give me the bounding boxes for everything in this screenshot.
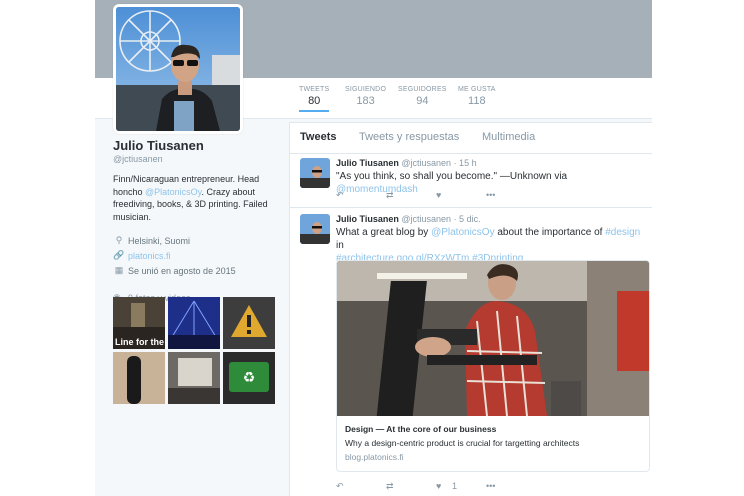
thumb-image xyxy=(168,297,220,349)
tweet-time[interactable]: · 15 h xyxy=(454,158,477,168)
tweet-author-handle[interactable]: @jctiusanen xyxy=(401,158,451,168)
tweet[interactable]: Julio Tiusanen @jctiusanen · 15 h "As yo… xyxy=(290,154,652,208)
tweet-hashtag-link[interactable]: #design xyxy=(605,227,640,238)
profile-website: 🔗 platonics.fi xyxy=(113,248,283,263)
card-image xyxy=(337,261,649,417)
photo-thumb[interactable]: ♻ xyxy=(223,352,275,404)
profile-page: TWEETS 80 SIGUIENDO 183 SEGUIDORES 94 ME… xyxy=(95,0,652,496)
more-icon[interactable]: ••• xyxy=(486,481,495,491)
bio-mention-link[interactable]: @PlatonicsOy xyxy=(145,187,202,197)
tab-tweets[interactable]: Tweets xyxy=(300,131,336,143)
profile-meta: ⚲ Helsinki, Suomi 🔗 platonics.fi ▦ Se unió … xyxy=(113,233,283,278)
like-icon[interactable]: ♥ xyxy=(436,481,441,491)
tweet-text-body: in xyxy=(336,240,344,251)
thumb-image xyxy=(223,297,275,349)
tweet-text-body: "As you think, so shall you become." —Un… xyxy=(336,171,568,182)
stat-likes[interactable]: ME GUSTA 118 xyxy=(458,86,496,107)
profile-location: ⚲ Helsinki, Suomi xyxy=(113,233,283,248)
stat-value: 94 xyxy=(416,95,429,107)
avatar-photo xyxy=(116,7,240,131)
photo-thumb[interactable] xyxy=(168,352,220,404)
tweet-header: Julio Tiusanen @jctiusanen · 15 h xyxy=(336,158,477,168)
reply-icon[interactable]: ↶ xyxy=(336,190,344,201)
card-url: blog.platonics.fi xyxy=(345,452,404,462)
stat-value: 80 xyxy=(308,95,321,107)
link-card[interactable]: Design — At the core of our business Why… xyxy=(336,260,650,472)
more-icon[interactable]: ••• xyxy=(486,190,495,200)
stat-label: ME GUSTA xyxy=(458,86,496,93)
stat-label: TWEETS xyxy=(299,86,330,93)
photo-thumb[interactable]: Line for the xyxy=(113,297,165,349)
profile-joined: ▦ Se unió en agosto de 2015 xyxy=(113,263,283,278)
tweet-mention-link[interactable]: @PlatonicsOy xyxy=(431,227,495,238)
retweet-icon[interactable]: ⇄ xyxy=(386,190,394,201)
link-icon: 🔗 xyxy=(113,250,125,260)
like-icon[interactable]: ♥ xyxy=(436,190,441,200)
tweet-text-body: about the importance of xyxy=(494,227,606,238)
profile-avatar[interactable] xyxy=(113,4,243,134)
tweet-avatar-photo xyxy=(300,158,330,188)
tab-media[interactable]: Multimedia xyxy=(482,131,535,143)
location-text: Helsinki, Suomi xyxy=(128,235,191,246)
profile-handle[interactable]: @jctiusanen xyxy=(113,154,283,164)
retweet-icon[interactable]: ⇄ xyxy=(386,481,394,492)
stat-followers[interactable]: SEGUIDORES 94 xyxy=(398,86,447,107)
tweet[interactable]: Julio Tiusanen @jctiusanen · 5 dic. What… xyxy=(290,208,652,496)
tweet-time[interactable]: · 5 dic. xyxy=(454,214,481,224)
tweet-actions: ↶ ⇄ ♥ ••• xyxy=(336,190,516,202)
tweet-author-handle[interactable]: @jctiusanen xyxy=(401,214,451,224)
profile-card: Julio Tiusanen @jctiusanen Finn/Nicaragu… xyxy=(113,138,283,303)
website-link[interactable]: platonics.fi xyxy=(128,251,171,261)
photo-thumb[interactable] xyxy=(168,297,220,349)
tweet-avatar[interactable] xyxy=(300,214,330,244)
photo-thumb[interactable] xyxy=(113,352,165,404)
card-description: Why a design-centric product is crucial … xyxy=(345,438,580,448)
reply-icon[interactable]: ↶ xyxy=(336,481,344,492)
stat-following[interactable]: SIGUIENDO 183 xyxy=(345,86,386,107)
tweet-header: Julio Tiusanen @jctiusanen · 5 dic. xyxy=(336,214,481,224)
stat-value: 118 xyxy=(468,95,486,107)
card-title: Design — At the core of our business xyxy=(345,424,497,434)
like-count: 1 xyxy=(452,481,458,491)
tweet-author-name[interactable]: Julio Tiusanen xyxy=(336,158,399,168)
profile-name[interactable]: Julio Tiusanen xyxy=(113,138,283,153)
timeline: Tweets Tweets y respuestas Multimedia Ju… xyxy=(289,122,652,496)
stat-tweets[interactable]: TWEETS 80 xyxy=(299,86,330,112)
tweet-author-name[interactable]: Julio Tiusanen xyxy=(336,214,399,224)
joined-text: Se unió en agosto de 2015 xyxy=(128,265,236,276)
location-pin-icon: ⚲ xyxy=(115,235,123,245)
stat-value: 183 xyxy=(356,95,375,107)
photo-thumb[interactable] xyxy=(223,297,275,349)
svg-text:♻: ♻ xyxy=(243,370,256,386)
thumb-image xyxy=(113,352,165,404)
tweet-actions: ↶ ⇄ ♥ 1 ••• xyxy=(336,481,516,493)
stat-label: SEGUIDORES xyxy=(398,86,447,93)
stat-label: SIGUIENDO xyxy=(345,86,387,93)
thumb-image: ♻ xyxy=(223,352,275,404)
tweet-avatar-photo xyxy=(300,214,330,244)
tab-tweets-replies[interactable]: Tweets y respuestas xyxy=(359,131,459,143)
calendar-icon: ▦ xyxy=(114,265,124,275)
timeline-tabs: Tweets Tweets y respuestas Multimedia xyxy=(290,123,652,154)
tweet-avatar[interactable] xyxy=(300,158,330,188)
profile-bio: Finn/Nicaraguan entrepreneur. Head honch… xyxy=(113,173,283,223)
thumb-caption: Line for the xyxy=(115,337,164,347)
thumb-image xyxy=(168,352,220,404)
tweet-text-body: What a great blog by xyxy=(336,227,432,238)
